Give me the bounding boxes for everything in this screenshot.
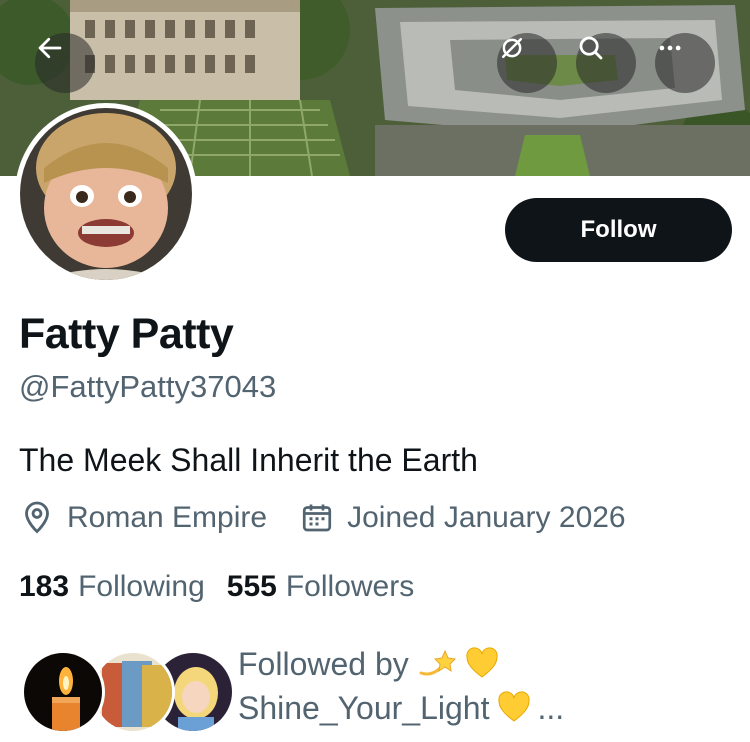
profile-bio: The Meek Shall Inherit the Earth — [19, 442, 478, 478]
followed-by-text[interactable]: Followed by Shine_Your_Light ... — [238, 642, 564, 730]
follow-stats: 183 Following 555 Followers — [19, 570, 414, 604]
location-pin-icon — [19, 500, 55, 536]
search-button[interactable] — [576, 33, 636, 93]
display-name: Fatty Patty — [19, 310, 234, 358]
followed-by-avatars[interactable] — [21, 650, 235, 734]
following-link[interactable]: 183 Following — [19, 570, 205, 604]
following-count: 183 — [19, 570, 70, 603]
more-horizontal-icon — [659, 45, 681, 51]
back-button[interactable] — [35, 33, 95, 93]
followed-by-prefix: Followed by — [238, 646, 409, 682]
profile-avatar[interactable] — [15, 103, 197, 285]
user-handle: @FattyPatty37043 — [19, 369, 277, 404]
yellow-heart-icon — [465, 647, 499, 681]
following-label: Following — [78, 570, 205, 603]
followers-label: Followers — [285, 570, 415, 603]
calendar-icon — [299, 500, 335, 536]
search-icon — [579, 36, 603, 60]
profile-meta: Roman Empire Joined January 2026 — [19, 500, 626, 536]
follower-avatar-candle — [21, 650, 105, 734]
follow-button[interactable]: Follow — [505, 198, 732, 262]
arrow-left-icon — [38, 37, 62, 59]
dizzy-star-icon — [417, 647, 457, 681]
followed-by-name: Shine_Your_Light — [238, 690, 490, 726]
more-button[interactable] — [655, 33, 715, 93]
followers-count: 555 — [226, 570, 277, 603]
translate-button[interactable] — [497, 33, 557, 93]
followers-link[interactable]: 555 Followers — [227, 570, 414, 604]
followed-by-suffix: ... — [537, 690, 565, 726]
avatar-image — [20, 108, 192, 280]
location-text: Roman Empire — [67, 501, 268, 534]
joined-date: Joined January 2026 — [347, 501, 626, 534]
translate-off-icon — [502, 38, 522, 58]
yellow-heart-icon — [497, 691, 531, 725]
